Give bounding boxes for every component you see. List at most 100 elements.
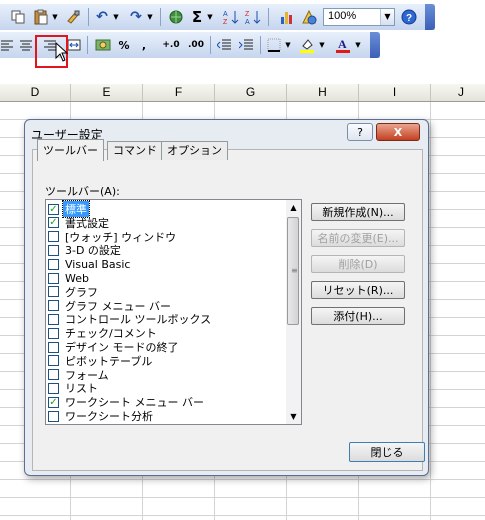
borders-icon[interactable]	[266, 36, 282, 54]
sort-descending-icon[interactable]: ZA	[244, 8, 262, 26]
svg-text:Z: Z	[245, 11, 250, 18]
toolbar-separator	[160, 8, 161, 26]
toolbar-list-item[interactable]: 3-D の設定	[48, 243, 285, 257]
standard-toolbar: ▼ ↶ ▼ ↷ ▼ Σ ▼ AZ ZA 100% ▼ ?	[0, 4, 435, 30]
checkbox[interactable]	[48, 369, 59, 381]
customize-dialog: ユーザー設定 ? X ツールバー コマンド オプション ツールバー(A): ✓ 標…	[24, 119, 429, 476]
hyperlink-icon[interactable]	[167, 8, 185, 26]
paste-dropdown-icon[interactable]: ▼	[51, 8, 59, 26]
zoom-value: 100%	[328, 10, 357, 22]
undo-icon[interactable]: ↶	[94, 8, 110, 26]
toolbar-options-handle[interactable]	[425, 4, 435, 30]
column-header-f[interactable]: F	[143, 84, 215, 101]
checkbox[interactable]	[48, 258, 59, 270]
checkbox[interactable]	[48, 244, 59, 256]
scroll-down-icon[interactable]: ▼	[286, 409, 301, 424]
decrease-decimal-button[interactable]: .00	[185, 36, 207, 54]
toolbar-list-item-label: ワークシート分析	[65, 410, 153, 423]
drawing-icon[interactable]	[300, 8, 318, 26]
checkbox[interactable]	[48, 355, 59, 367]
svg-text:A: A	[245, 19, 250, 25]
scroll-thumb[interactable]: ≡	[287, 217, 299, 325]
format-painter-icon[interactable]	[64, 8, 82, 26]
toolbar-separator	[87, 36, 88, 54]
percent-style-button[interactable]: %	[117, 36, 131, 54]
sort-ascending-icon[interactable]: AZ	[222, 8, 240, 26]
mouse-pointer-icon	[55, 42, 69, 62]
toolbar-list-item-label: Web	[65, 271, 89, 285]
column-header-e[interactable]: E	[71, 84, 143, 101]
autosum-icon[interactable]: Σ	[190, 8, 204, 26]
checkbox[interactable]	[48, 286, 59, 298]
checkbox[interactable]	[48, 341, 59, 353]
align-center-icon[interactable]	[18, 36, 34, 54]
tab-options[interactable]: オプション	[161, 141, 228, 160]
checkbox[interactable]	[48, 382, 59, 394]
currency-style-icon[interactable]	[94, 36, 112, 54]
attach-toolbar-button[interactable]: 添付(H)...	[311, 307, 405, 325]
checkbox-checked[interactable]: ✓	[48, 217, 59, 229]
rename-toolbar-button[interactable]: 名前の変更(E)...	[311, 229, 405, 247]
tab-commands[interactable]: コマンド	[107, 141, 163, 160]
chevron-down-icon[interactable]: ▼	[380, 9, 394, 25]
column-header-i[interactable]: I	[359, 84, 431, 101]
list-scrollbar[interactable]: ▲ ≡ ▼	[286, 200, 301, 424]
fill-color-icon[interactable]	[298, 36, 316, 54]
check-mark-icon: ✓	[49, 203, 58, 215]
toolbar-separator	[88, 8, 89, 26]
svg-text:A: A	[223, 11, 228, 18]
checkbox[interactable]	[48, 300, 59, 312]
toolbar-list-label: ツールバー(A):	[45, 185, 120, 198]
column-header-h[interactable]: H	[287, 84, 359, 101]
toolbar-list-item[interactable]: Visual Basic	[48, 257, 285, 271]
zoom-box[interactable]: 100% ▼	[323, 8, 395, 26]
checkbox[interactable]	[48, 272, 59, 284]
borders-dropdown-icon[interactable]: ▼	[284, 36, 292, 54]
redo-icon[interactable]: ↷	[128, 8, 144, 26]
increase-decimal-button[interactable]: +.0	[160, 36, 182, 54]
paste-icon[interactable]	[32, 8, 50, 26]
svg-text:?: ?	[406, 13, 412, 24]
toolbar-options-handle[interactable]	[370, 32, 380, 58]
column-header-row: D E F G H I J	[0, 84, 485, 102]
check-mark-icon: ✓	[49, 396, 58, 408]
dialog-close-icon[interactable]: X	[376, 123, 420, 141]
toolbar-listbox[interactable]: ✓ 標準 ✓ 書式設定 [ウォッチ] ウィンドウ 3-D の設定 Visual Basic W…	[45, 199, 302, 425]
comma-style-button[interactable]: ,	[138, 36, 150, 54]
checkbox-checked[interactable]: ✓	[48, 396, 59, 408]
decrease-indent-icon[interactable]	[216, 36, 232, 54]
undo-dropdown-icon[interactable]: ▼	[112, 8, 120, 26]
increase-indent-icon[interactable]	[238, 36, 254, 54]
help-icon[interactable]: ?	[400, 8, 418, 26]
scroll-grip-icon: ≡	[291, 266, 298, 275]
align-left-icon[interactable]	[0, 36, 14, 54]
new-toolbar-button[interactable]: 新規作成(N)...	[311, 203, 405, 221]
checkbox[interactable]	[48, 313, 59, 325]
delete-toolbar-button[interactable]: 削除(D)	[311, 255, 405, 273]
toolbar-list-item[interactable]: ワークシート分析	[48, 409, 285, 423]
reset-toolbar-button[interactable]: リセット(R)...	[311, 281, 405, 299]
tab-toolbars[interactable]: ツールバー	[37, 139, 104, 161]
toolbar-separator	[268, 8, 269, 26]
column-header-d[interactable]: D	[0, 84, 71, 101]
toolbar-list-item-label: Visual Basic	[65, 257, 131, 271]
toolbar-separator	[210, 36, 211, 54]
checkbox[interactable]	[48, 231, 59, 243]
checkbox[interactable]	[48, 410, 59, 422]
scroll-up-icon[interactable]: ▲	[286, 200, 301, 215]
checkbox-checked[interactable]: ✓	[48, 203, 59, 215]
dialog-help-button[interactable]: ?	[347, 123, 373, 141]
fill-color-dropdown-icon[interactable]: ▼	[318, 36, 326, 54]
svg-text:A: A	[338, 37, 347, 51]
font-color-icon[interactable]: A	[334, 36, 352, 54]
chart-wizard-icon[interactable]	[278, 8, 296, 26]
toolbar-list-item-label: 3-D の設定	[65, 244, 121, 258]
close-button[interactable]: 閉じる	[349, 442, 425, 462]
font-color-dropdown-icon[interactable]: ▼	[354, 36, 362, 54]
checkbox[interactable]	[48, 327, 59, 339]
autosum-dropdown-icon[interactable]: ▼	[206, 8, 214, 26]
column-header-g[interactable]: G	[215, 84, 287, 101]
copy-icon[interactable]	[10, 8, 26, 26]
redo-dropdown-icon[interactable]: ▼	[146, 8, 154, 26]
column-header-j[interactable]: J	[431, 84, 485, 101]
